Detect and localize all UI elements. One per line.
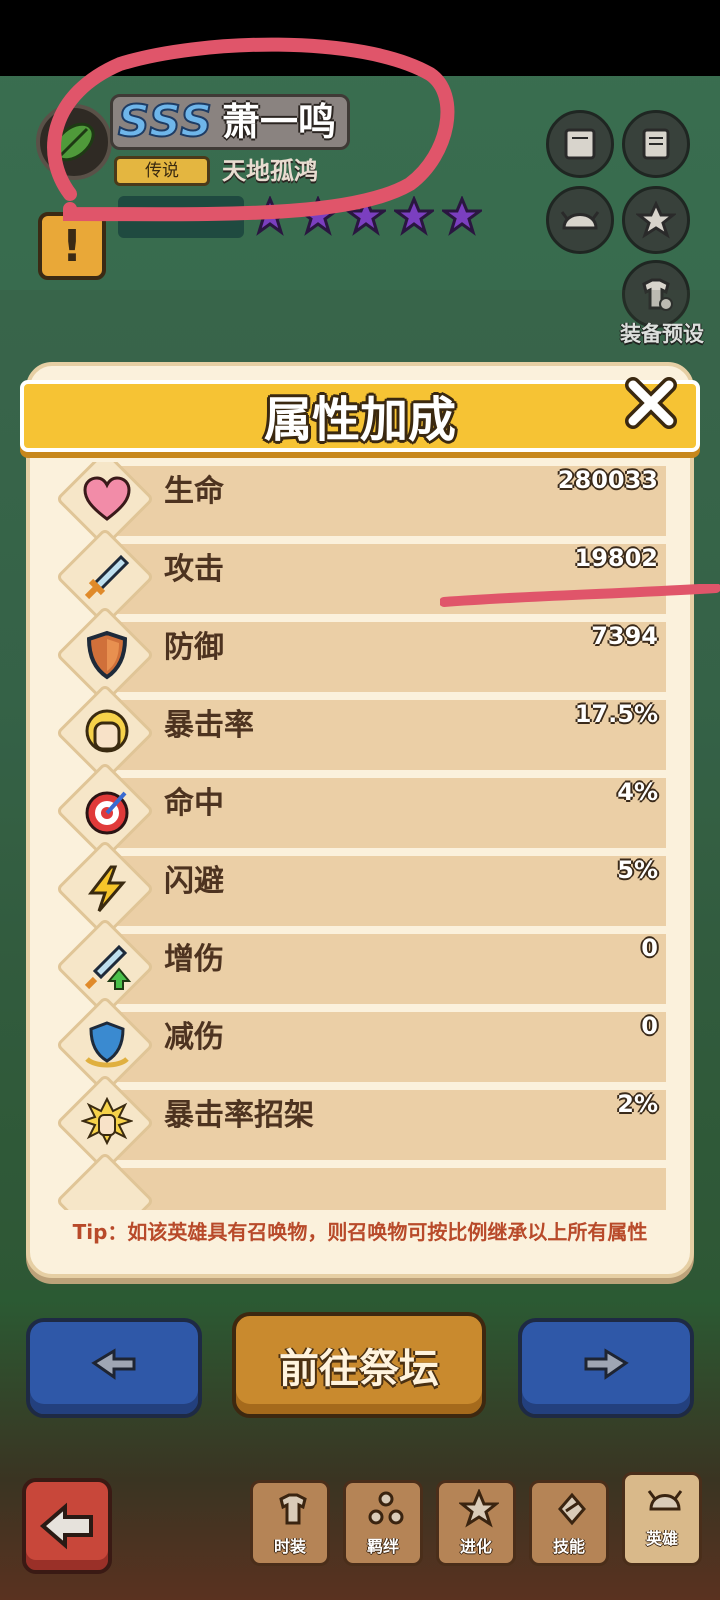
stat-value: 7394 — [591, 622, 658, 650]
tab-outfit[interactable]: 时装 — [250, 1480, 330, 1566]
stat-label: 增伤 — [164, 942, 224, 977]
tab-hero-label: 英雄 — [645, 1529, 678, 1548]
stat-row: 暴击率招架 2% — [54, 1073, 666, 1173]
next-hero-button[interactable] — [518, 1318, 694, 1418]
outfit-icon — [279, 1493, 307, 1525]
stat-label: 减伤 — [164, 1020, 224, 1055]
scroll-icon — [642, 128, 670, 160]
target-icon — [78, 782, 136, 840]
block-icon — [78, 1094, 136, 1152]
stat-row-bg — [110, 1168, 666, 1210]
stat-value: 280033 — [557, 466, 658, 494]
go-to-altar-button[interactable]: 前往祭坛 — [232, 1312, 486, 1418]
shield-down-icon — [78, 1016, 136, 1074]
back-arrow-icon — [39, 1502, 93, 1550]
sword-up-icon — [78, 938, 136, 996]
tip-text: Tip：如该英雄具有召唤物，则召唤物可按比例继承以上所有属性 — [72, 1220, 648, 1244]
book-button[interactable] — [546, 110, 614, 178]
annotation-scribble — [47, 37, 455, 222]
previous-hero-button[interactable] — [26, 1318, 202, 1418]
stat-label: 暴击率 — [164, 708, 254, 743]
hero-icon — [647, 1490, 683, 1511]
heart-icon — [78, 470, 136, 528]
stat-label: 攻击 — [164, 552, 224, 587]
stat-row-partial — [54, 1151, 666, 1210]
star-swap-icon — [636, 200, 676, 239]
helmet-swap-icon — [560, 211, 600, 230]
tab-skill-label: 技能 — [552, 1537, 585, 1556]
game-screen: SSS 萧一鸣 传说 天地孤鸿 ! 装备预设 属性加成 生命 280033 攻击… — [0, 0, 720, 1600]
go-to-altar-label: 前往祭坛 — [279, 1346, 439, 1392]
lightning-icon — [78, 860, 136, 918]
tab-outfit-label: 时装 — [273, 1537, 306, 1556]
stat-value: 2% — [617, 1090, 658, 1118]
stat-label: 命中 — [164, 786, 224, 821]
stat-row: 命中 4% — [54, 761, 666, 861]
stat-value: 0 — [641, 934, 658, 962]
skill-icon — [558, 1492, 586, 1526]
close-button[interactable] — [618, 370, 684, 436]
swap-helmet-button[interactable] — [546, 186, 614, 254]
stat-value: 5% — [617, 856, 658, 884]
stat-row: 闪避 5% — [54, 839, 666, 939]
scroll-button[interactable] — [622, 110, 690, 178]
stat-row: 生命 280033 — [54, 462, 666, 549]
swap-star-button[interactable] — [622, 186, 690, 254]
stat-row: 增伤 0 — [54, 917, 666, 1017]
stat-value: 17.5% — [574, 700, 658, 728]
tab-skill[interactable]: 技能 — [529, 1480, 609, 1566]
swap-arrows-icon — [584, 1348, 629, 1380]
tab-evolve-label: 进化 — [459, 1537, 492, 1556]
sword-icon — [78, 548, 136, 606]
stat-row: 暴击率 17.5% — [54, 683, 666, 783]
dialog-title: 属性加成 — [263, 392, 456, 448]
shield-icon — [78, 626, 136, 684]
tab-hero[interactable]: 英雄 — [622, 1472, 702, 1566]
annotation-underline — [440, 584, 720, 607]
tab-bond[interactable]: 羁绊 — [343, 1480, 423, 1566]
stat-label: 闪避 — [164, 864, 224, 899]
tab-evolve[interactable]: 进化 — [436, 1480, 516, 1566]
close-icon — [625, 377, 677, 429]
stat-value: 0 — [641, 1012, 658, 1040]
stat-list[interactable]: 生命 280033 攻击 19802 防御 7394 暴击率 17.5% 命中 … — [54, 462, 666, 1210]
back-button[interactable] — [22, 1478, 112, 1574]
book-icon — [564, 128, 596, 160]
tab-bond-label: 羁绊 — [366, 1537, 399, 1556]
stat-label: 暴击率招架 — [164, 1098, 314, 1133]
swap-arrows-icon — [91, 1348, 136, 1380]
fist-icon — [78, 704, 136, 762]
stat-label: 生命 — [164, 474, 224, 509]
stat-label: 防御 — [164, 630, 224, 665]
bond-icon — [368, 1491, 404, 1525]
stat-row: 减伤 0 — [54, 995, 666, 1095]
stat-value: 4% — [617, 778, 658, 806]
evolve-icon — [459, 1489, 499, 1528]
stat-row: 防御 7394 — [54, 605, 666, 705]
